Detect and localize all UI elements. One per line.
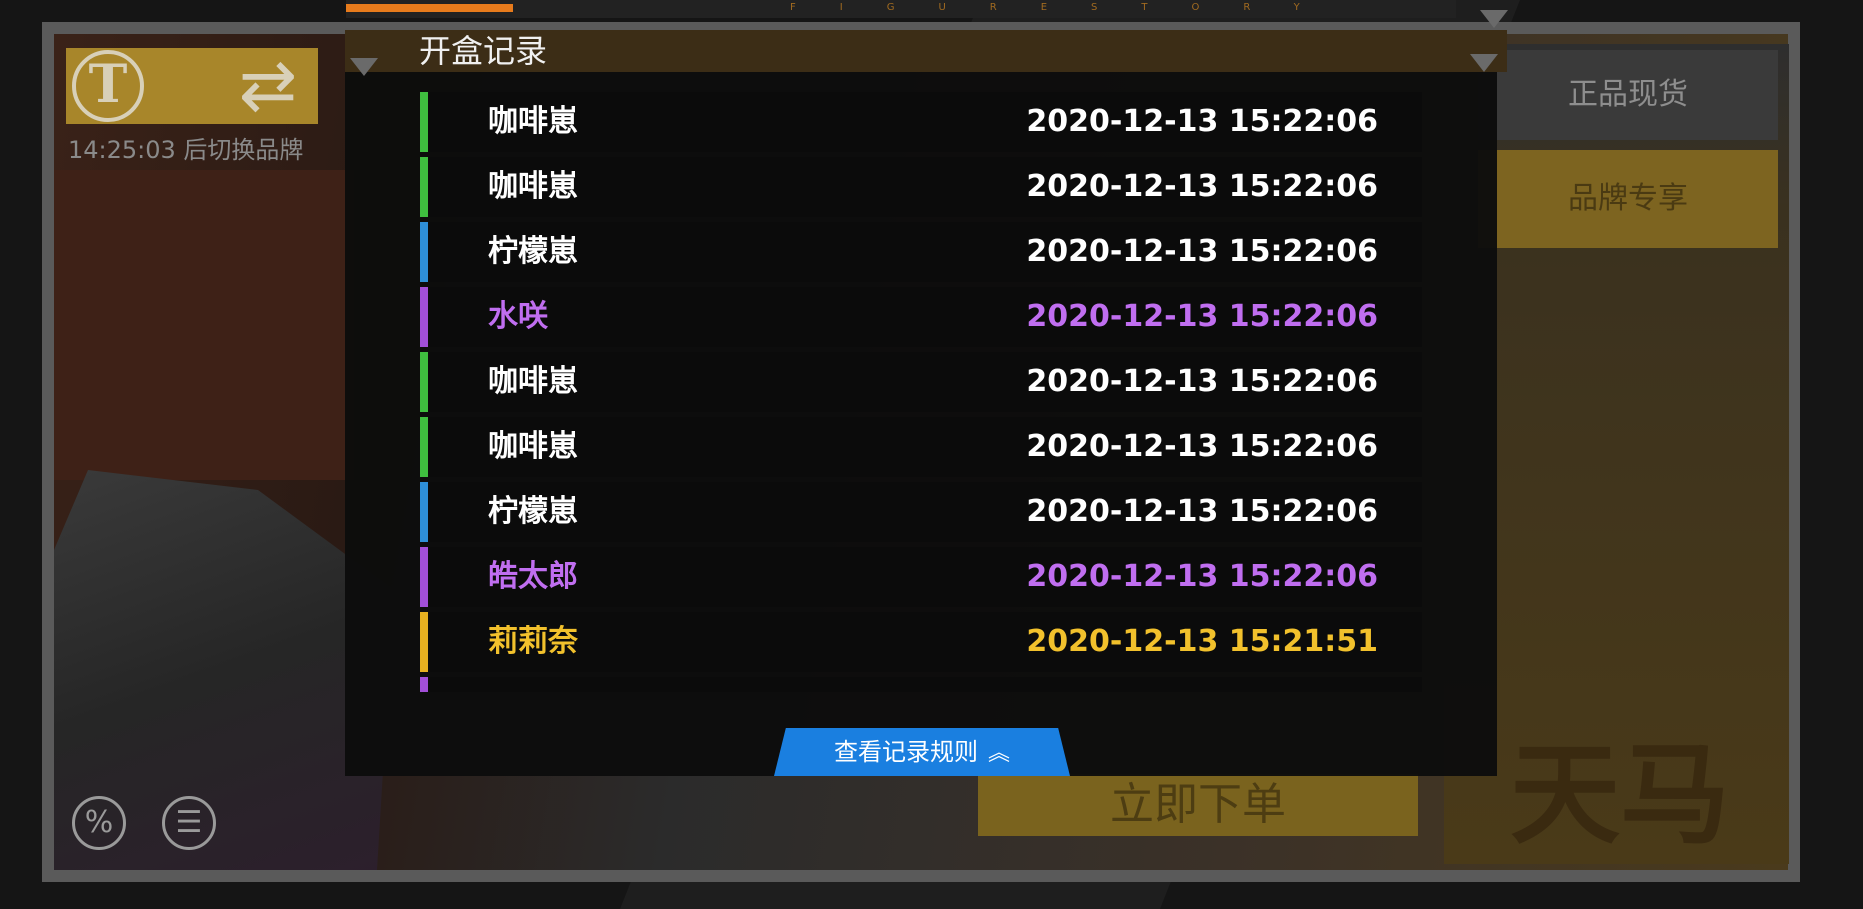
corner-marker-icon — [1480, 10, 1508, 28]
record-timestamp: 2020-12-13 15:22:06 — [1026, 234, 1378, 269]
record-row: 柠檬崽 2020-12-13 15:22:06 — [420, 222, 1422, 282]
record-row: 咖啡崽 2020-12-13 15:22:06 — [420, 417, 1422, 477]
rarity-bar — [420, 222, 428, 282]
rarity-bar — [420, 287, 428, 347]
brand-wordmark: 天马 — [1510, 731, 1730, 859]
rarity-bar — [420, 612, 428, 672]
brand-logo: T — [72, 50, 144, 122]
rarity-bar — [420, 417, 428, 477]
record-row: 水咲 2020-12-13 15:22:06 — [420, 287, 1422, 347]
record-item-name: 咖啡崽 — [488, 169, 578, 204]
view-rules-label: 查看记录规则 — [833, 738, 978, 766]
character-backdrop — [54, 170, 354, 480]
brand-switch-timer: 14:25:03 后切换品牌 — [68, 136, 304, 164]
rarity-bar — [420, 677, 428, 692]
corner-marker-icon — [350, 58, 378, 76]
rarity-bar — [420, 157, 428, 217]
tab-authentic-stock[interactable]: 正品现货 — [1478, 50, 1778, 140]
double-chevron-up-icon: ︽ — [987, 741, 1010, 766]
record-row: 皓太郎 2020-12-13 15:22:06 — [420, 547, 1422, 607]
record-item-name: 咖啡崽 — [488, 429, 578, 464]
view-rules-button[interactable]: 查看记录规则 ︽ — [774, 728, 1070, 776]
record-timestamp: 2020-12-13 15:22:06 — [1026, 429, 1378, 464]
record-item-name: 柠檬崽 — [488, 234, 578, 269]
record-item-name: 水咲 — [488, 299, 548, 334]
notepad-icon[interactable]: ☰ — [162, 796, 216, 850]
record-row: 咖啡崽 2020-12-13 15:22:06 — [420, 157, 1422, 217]
record-item-name: 皓太郎 — [488, 559, 578, 594]
record-timestamp: 2020-12-13 15:21:51 — [1026, 624, 1378, 659]
record-timestamp: 2020-12-13 15:22:06 — [1026, 104, 1378, 139]
record-item-name: 咖啡崽 — [488, 364, 578, 399]
rarity-bar — [420, 92, 428, 152]
record-item-name: 柠檬崽 — [488, 494, 578, 529]
record-item-name: 咖啡崽 — [488, 104, 578, 139]
record-timestamp: 2020-12-13 15:22:06 — [1026, 364, 1378, 399]
record-timestamp: 2020-12-13 15:22:06 — [1026, 169, 1378, 204]
record-item-name: 莉莉奈 — [488, 624, 578, 659]
record-row: 柠檬崽 2020-12-13 15:22:06 — [420, 482, 1422, 542]
record-list[interactable]: 咖啡崽 2020-12-13 15:22:06 咖啡崽 2020-12-13 15:2… — [420, 92, 1422, 692]
record-row: 咖啡崽 2020-12-13 15:22:06 — [420, 352, 1422, 412]
record-timestamp: 2020-12-13 15:22:06 — [1026, 559, 1378, 594]
percent-icon[interactable]: % — [72, 796, 126, 850]
modal-title: 开盒记录 — [419, 32, 548, 70]
record-row: 莉莉奈 2020-12-13 15:21:51 — [420, 612, 1422, 672]
record-row: 咖啡崽 2020-12-13 15:22:06 — [420, 92, 1422, 152]
tab-brand-exclusive[interactable]: 品牌专享 — [1478, 150, 1778, 248]
record-timestamp: 2020-12-13 15:22:06 — [1026, 299, 1378, 334]
switch-brand-icon[interactable]: ⇄ — [228, 50, 308, 120]
top-progress-bar — [346, 4, 513, 12]
record-row — [420, 677, 1422, 692]
top-strip-label: FIGURESTORY — [790, 2, 1344, 13]
record-timestamp: 2020-12-13 15:22:06 — [1026, 494, 1378, 529]
rarity-bar — [420, 482, 428, 542]
rarity-bar — [420, 547, 428, 607]
corner-marker-icon — [1470, 54, 1498, 72]
order-now-button[interactable]: 立即下单 — [978, 774, 1418, 836]
screen: T ⇄ 14:25:03 后切换品牌 % ☰ 正品现货 品牌专享 天马 立即下单… — [0, 0, 1863, 909]
rarity-bar — [420, 352, 428, 412]
